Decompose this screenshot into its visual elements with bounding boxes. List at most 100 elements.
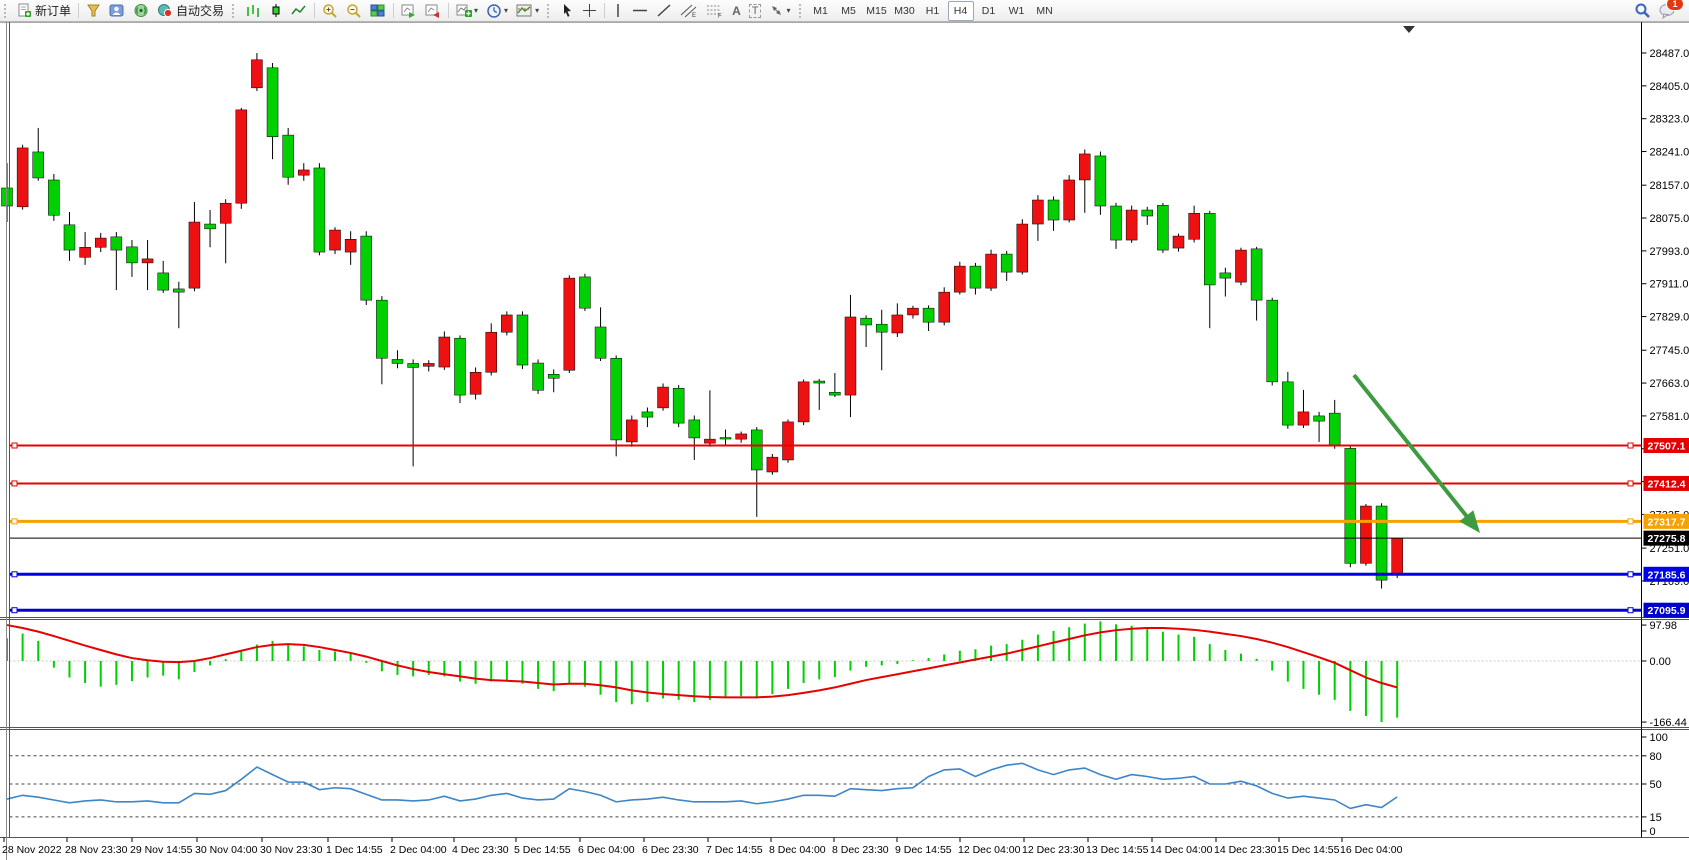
candle-down xyxy=(876,324,887,332)
indicators-button[interactable]: ▾ xyxy=(452,0,482,21)
label-tool-button[interactable]: T xyxy=(745,0,766,21)
candle-down xyxy=(205,224,216,229)
auto-trading-icon xyxy=(157,3,173,18)
candle-up xyxy=(95,238,106,247)
candle-down xyxy=(689,420,700,438)
svg-text:F: F xyxy=(718,14,722,19)
market-watch-button[interactable] xyxy=(105,0,129,21)
timeframe-button-MN[interactable]: MN xyxy=(1032,1,1058,21)
notifications-button[interactable]: 1 xyxy=(1655,0,1681,21)
zoom-out-button[interactable] xyxy=(342,0,366,21)
candle-down xyxy=(1001,254,1012,272)
candle-up xyxy=(17,148,28,207)
chart-shift-button[interactable] xyxy=(421,0,445,21)
candle-down xyxy=(1376,506,1387,580)
candle-up xyxy=(1392,538,1403,574)
candle-down xyxy=(642,412,653,417)
candle-down xyxy=(1329,413,1340,445)
candle-up xyxy=(845,317,856,395)
channel-tool-button[interactable]: E xyxy=(676,0,702,21)
price-level-badge-text: 27275.8 xyxy=(1648,533,1686,545)
candle-up xyxy=(1298,412,1309,425)
candle-down xyxy=(1048,200,1059,220)
arrows-tool-button[interactable]: ▾ xyxy=(765,0,794,21)
line-handle[interactable] xyxy=(12,572,17,577)
candle-down xyxy=(517,315,528,365)
candle-up xyxy=(767,457,778,472)
timeframe-button-M5[interactable]: M5 xyxy=(836,1,862,21)
line-handle[interactable] xyxy=(12,481,17,486)
vertical-line-tool-button[interactable] xyxy=(608,0,628,21)
candle-up xyxy=(1189,213,1200,239)
main-toolbar: 新订单 自动交易 xyxy=(0,0,1689,22)
timeframe-button-D1[interactable]: D1 xyxy=(976,1,1002,21)
candle-up xyxy=(251,60,262,88)
bar-chart-mode-button[interactable] xyxy=(241,0,265,21)
line-handle[interactable] xyxy=(1628,572,1633,577)
price-level-badge-text: 27507.1 xyxy=(1648,441,1686,453)
timeframe-button-M1[interactable]: M1 xyxy=(808,1,834,21)
price-level-badge-text: 27412.4 xyxy=(1648,478,1686,490)
line-handle[interactable] xyxy=(1628,443,1633,448)
auto-scroll-icon xyxy=(401,3,417,18)
line-handle[interactable] xyxy=(1628,608,1633,613)
horizontal-line-tool-button[interactable] xyxy=(628,0,652,21)
price-tick-label: 27911.0 xyxy=(1650,279,1689,291)
line-handle[interactable] xyxy=(12,519,17,524)
candle-down xyxy=(376,300,387,358)
templates-button[interactable]: ▾ xyxy=(512,0,543,21)
candlestick-mode-button[interactable] xyxy=(265,0,287,21)
auto-scroll-button[interactable] xyxy=(397,0,421,21)
trendline-tool-button[interactable] xyxy=(652,0,676,21)
signals-button[interactable] xyxy=(129,0,153,21)
profiles-button[interactable] xyxy=(82,0,105,21)
timeframe-button-M15[interactable]: M15 xyxy=(864,1,890,21)
template-icon xyxy=(516,3,533,18)
auto-trading-button[interactable]: 自动交易 xyxy=(153,0,228,21)
clock-icon xyxy=(486,3,502,19)
notification-badge: 1 xyxy=(1666,0,1684,11)
line-handle[interactable] xyxy=(12,608,17,613)
line-handle[interactable] xyxy=(1628,481,1633,486)
timeframe-button-H1[interactable]: H1 xyxy=(920,1,946,21)
candle-up xyxy=(1079,154,1090,180)
candle-down xyxy=(673,388,684,423)
candle-up xyxy=(1126,210,1137,240)
time-axis-label: 13 Dec 14:55 xyxy=(1086,844,1149,856)
zoom-in-button[interactable] xyxy=(318,0,342,21)
timeframe-button-M30[interactable]: M30 xyxy=(892,1,918,21)
line-handle[interactable] xyxy=(12,443,17,448)
candle-down xyxy=(1220,273,1231,278)
timeframe-button-H4[interactable]: H4 xyxy=(948,1,974,21)
timeframe-button-W1[interactable]: W1 xyxy=(1004,1,1030,21)
trading-terminal-window: { "toolbar": { "new_order_label": "新订单",… xyxy=(0,0,1689,860)
crosshair-tool-button[interactable] xyxy=(578,0,601,21)
line-handle[interactable] xyxy=(1628,519,1633,524)
candle-down xyxy=(1204,213,1215,285)
line-chart-mode-button[interactable] xyxy=(287,0,311,21)
candle-down xyxy=(579,277,590,308)
toolbar-grip xyxy=(547,4,553,18)
fibonacci-tool-button[interactable]: F xyxy=(702,0,728,21)
separator xyxy=(314,3,315,18)
new-order-button[interactable]: 新订单 xyxy=(13,0,75,21)
search-icon xyxy=(1634,2,1651,19)
zoom-in-icon xyxy=(322,3,338,19)
candle-down xyxy=(1314,416,1325,421)
price-tick-label: 27993.0 xyxy=(1650,246,1689,258)
candlestick-icon xyxy=(269,3,283,18)
separator xyxy=(448,3,449,18)
cursor-tool-button[interactable] xyxy=(556,0,578,21)
tile-windows-button[interactable] xyxy=(366,0,390,21)
chart-canvas[interactable]: 28487.028405.028323.028241.028157.028075… xyxy=(0,22,1689,860)
candle-up xyxy=(142,259,153,263)
trendline-icon xyxy=(656,3,672,18)
svg-text:E: E xyxy=(692,13,696,18)
text-tool-button[interactable]: A xyxy=(728,0,745,21)
periods-button[interactable]: ▾ xyxy=(482,0,512,21)
time-axis-label: 6 Dec 04:00 xyxy=(578,844,635,856)
time-axis-label: 28 Nov 23:30 xyxy=(65,844,128,856)
candle-down xyxy=(923,308,934,322)
candle-down xyxy=(1157,205,1168,250)
search-button[interactable] xyxy=(1630,0,1655,21)
